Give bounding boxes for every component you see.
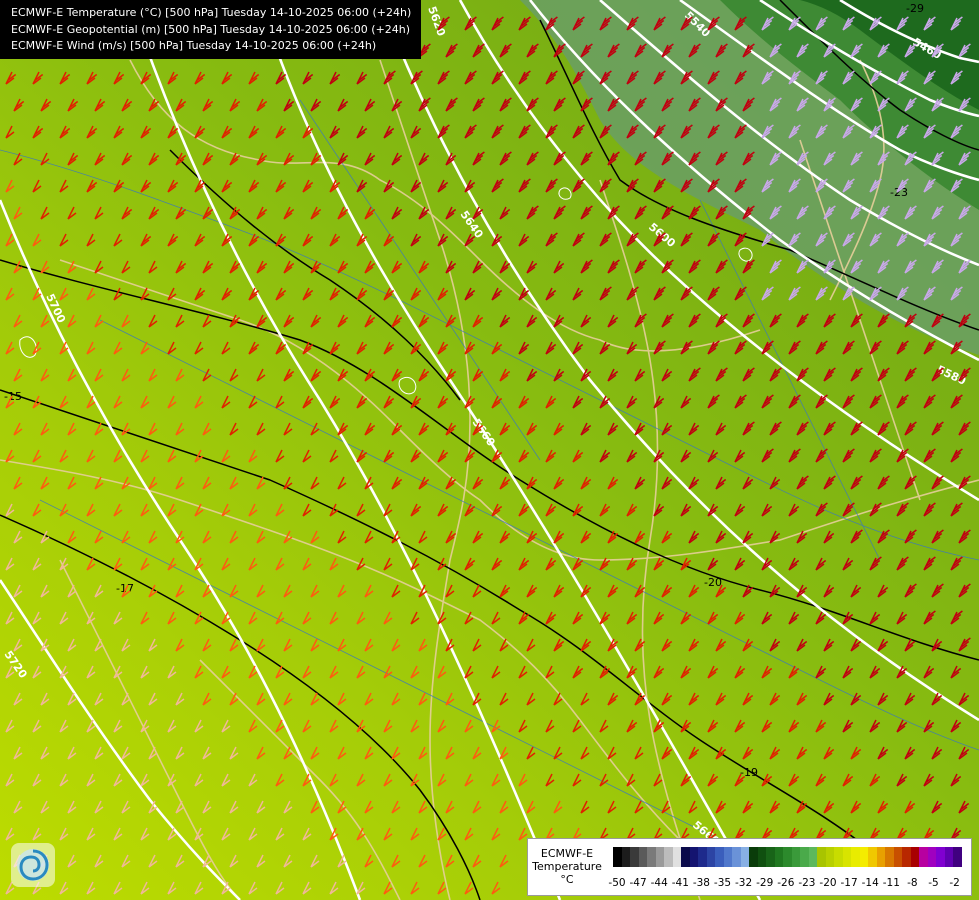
legend-tick-label: -14 [861, 877, 879, 889]
legend-tick-label: -35 [713, 877, 732, 889]
legend-color-swatch [851, 847, 860, 867]
legend-title-variable: Temperature [532, 860, 602, 873]
legend-color-swatch [910, 847, 919, 867]
temperature-label: -20 [704, 576, 722, 589]
legend-tick-label: -50 [608, 877, 626, 889]
temperature-label: -15 [4, 390, 22, 403]
legend-color-swatch [664, 847, 673, 867]
legend-color-swatch [944, 847, 953, 867]
legend-color-swatch [621, 847, 630, 867]
legend-tick-label: -17 [840, 877, 858, 889]
legend-color-swatch [834, 847, 843, 867]
legend-color-swatch [800, 847, 809, 867]
legend-color-swatch [672, 847, 681, 867]
legend-color-swatch [681, 847, 690, 867]
legend-tick-label: -41 [671, 877, 689, 889]
legend-color-swatch [825, 847, 834, 867]
temperature-label: -17 [116, 582, 134, 595]
legend-color-swatch [757, 847, 766, 867]
legend-color-swatch [876, 847, 885, 867]
legend-color-swatch [715, 847, 724, 867]
legend-color-swatch [791, 847, 800, 867]
legend-tick-label: -20 [819, 877, 837, 889]
legend-color-swatch [749, 847, 758, 867]
legend-color-swatch [817, 847, 826, 867]
geopotential-layer-title: ECMWF-E Geopotential (m) [500 hPa] Tuesd… [11, 22, 411, 36]
legend-tick-label: -2 [949, 877, 960, 889]
temperature-label: -29 [906, 2, 924, 15]
legend-color-swatch [868, 847, 877, 867]
legend-ticks: -50 -47 -44 -41 -38 -35 -32 -29 -26 -23 -20 -17 -14-… [608, 877, 973, 891]
temperature-label: -19 [740, 766, 758, 779]
map-info-box: ECMWF-E Temperature (°C) [500 hPa] Tuesd… [0, 0, 422, 59]
weather-map: 5460 5540 5580 5600 5620 5640 5660 5660 … [0, 0, 979, 900]
swirl-icon [17, 849, 49, 881]
legend-tick-label: -5 [928, 877, 939, 889]
legend-color-swatch [842, 847, 851, 867]
legend-tick-label: -23 [798, 877, 816, 889]
legend-color-swatch [766, 847, 775, 867]
temperature-legend: ECMWF-E Temperature °C -50 -47 -44 -41 -38 -3… [527, 838, 972, 896]
legend-color-swatch [783, 847, 792, 867]
legend-color-swatch [732, 847, 741, 867]
legend-color-swatch [859, 847, 868, 867]
legend-title-unit: °C [560, 873, 574, 886]
legend-color-swatch [893, 847, 902, 867]
legend-color-swatch [638, 847, 647, 867]
legend-color-swatch [919, 847, 928, 867]
legend-color-swatch [740, 847, 749, 867]
legend-color-swatch [613, 847, 622, 867]
legend-tick-label: -26 [777, 877, 795, 889]
legend-color-swatch [953, 847, 962, 867]
legend-tick-label: -11 [882, 877, 900, 889]
legend-color-swatch [698, 847, 707, 867]
ecmwf-logo [11, 843, 55, 887]
temperature-layer-title: ECMWF-E Temperature (°C) [500 hPa] Tuesd… [11, 6, 412, 19]
legend-title-model: ECMWF-E [540, 847, 594, 860]
legend-tick-label: -8 [907, 877, 918, 889]
legend-tick-label: -38 [692, 877, 710, 889]
legend-tick-label: -47 [629, 877, 647, 889]
legend-color-swatch [927, 847, 936, 867]
legend-color-swatch [723, 847, 732, 867]
legend-tick-label: -44 [650, 877, 668, 889]
legend-color-swatch [706, 847, 715, 867]
legend-tick-label: -32 [735, 877, 753, 889]
legend-color-swatch [808, 847, 817, 867]
legend-color-swatch [689, 847, 698, 867]
wind-layer-title: ECMWF-E Wind (m/s) [500 hPa] Tuesday 14-… [11, 39, 377, 52]
legend-color-swatch [902, 847, 911, 867]
legend-color-swatch [936, 847, 945, 867]
legend-tick-label: -29 [756, 877, 774, 889]
legend-color-swatch [885, 847, 894, 867]
legend-color-swatch [630, 847, 639, 867]
legend-color-swatch [647, 847, 656, 867]
legend-color-swatch [655, 847, 664, 867]
legend-title: ECMWF-E Temperature °C [530, 847, 604, 886]
legend-color-swatch [774, 847, 783, 867]
legend-color-bar [613, 847, 962, 867]
